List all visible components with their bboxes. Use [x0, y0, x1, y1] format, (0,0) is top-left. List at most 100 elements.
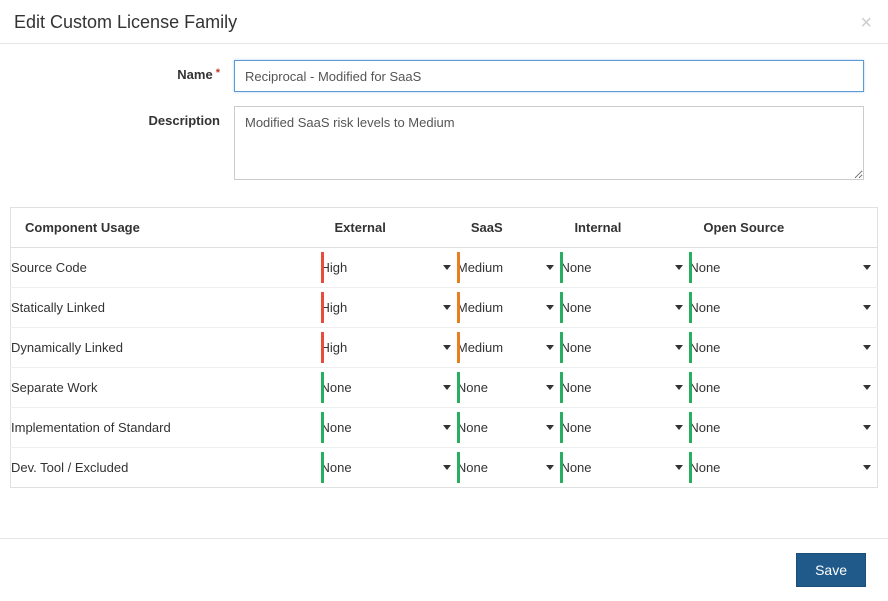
risk-select[interactable]: None	[560, 340, 689, 355]
risk-cell: Medium	[457, 288, 561, 328]
chevron-down-icon	[675, 385, 683, 390]
modal-footer: Save	[0, 538, 888, 601]
usage-cell: Implementation of Standard	[11, 408, 321, 448]
risk-color-bar	[321, 332, 324, 363]
risk-color-bar	[321, 412, 324, 443]
risk-select[interactable]: None	[689, 260, 877, 275]
save-button[interactable]: Save	[796, 553, 866, 587]
chevron-down-icon	[546, 385, 554, 390]
chevron-down-icon	[675, 305, 683, 310]
risk-select[interactable]: Medium	[457, 260, 561, 275]
risk-select[interactable]: None	[560, 300, 689, 315]
risk-value: Medium	[457, 300, 503, 315]
risk-cell: None	[689, 368, 877, 408]
risk-select[interactable]: None	[457, 380, 561, 395]
risk-select[interactable]: High	[321, 340, 457, 355]
risk-table: Component Usage External SaaS Internal O…	[10, 207, 878, 488]
risk-color-bar	[457, 292, 460, 323]
table-row: Implementation of StandardNoneNoneNoneNo…	[11, 408, 878, 448]
modal-header: Edit Custom License Family ×	[0, 0, 888, 44]
risk-value: High	[321, 300, 348, 315]
chevron-down-icon	[546, 305, 554, 310]
risk-cell: High	[321, 248, 457, 288]
risk-cell: High	[321, 328, 457, 368]
risk-cell: None	[321, 448, 457, 488]
table-header-row: Component Usage External SaaS Internal O…	[11, 208, 878, 248]
name-label: Name*	[24, 60, 234, 82]
chevron-down-icon	[863, 305, 871, 310]
description-label: Description	[24, 106, 234, 128]
risk-color-bar	[689, 412, 692, 443]
risk-cell: None	[560, 408, 689, 448]
chevron-down-icon	[863, 265, 871, 270]
usage-cell: Separate Work	[11, 368, 321, 408]
name-input[interactable]	[234, 60, 864, 92]
chevron-down-icon	[863, 385, 871, 390]
risk-value: None	[689, 260, 720, 275]
risk-color-bar	[689, 292, 692, 323]
risk-color-bar	[457, 412, 460, 443]
risk-select[interactable]: Medium	[457, 300, 561, 315]
close-icon[interactable]: ×	[860, 13, 872, 33]
risk-cell: None	[560, 448, 689, 488]
risk-color-bar	[560, 452, 563, 483]
form-area: Name* Description	[0, 44, 888, 207]
risk-select[interactable]: None	[560, 380, 689, 395]
chevron-down-icon	[443, 425, 451, 430]
risk-select[interactable]: None	[689, 460, 877, 475]
chevron-down-icon	[546, 345, 554, 350]
risk-value: High	[321, 340, 348, 355]
risk-cell: None	[321, 368, 457, 408]
risk-select[interactable]: High	[321, 260, 457, 275]
description-textarea[interactable]	[234, 106, 864, 180]
risk-color-bar	[560, 252, 563, 283]
risk-value: None	[560, 260, 591, 275]
risk-value: None	[560, 300, 591, 315]
risk-cell: None	[689, 408, 877, 448]
row-description: Description	[24, 106, 864, 183]
risk-value: Medium	[457, 340, 503, 355]
risk-select[interactable]: None	[560, 260, 689, 275]
chevron-down-icon	[863, 345, 871, 350]
risk-select[interactable]: None	[457, 420, 561, 435]
risk-value: High	[321, 260, 348, 275]
table-row: Separate WorkNoneNoneNoneNone	[11, 368, 878, 408]
risk-color-bar	[560, 292, 563, 323]
risk-cell: None	[689, 288, 877, 328]
risk-select[interactable]: None	[689, 380, 877, 395]
risk-cell: Medium	[457, 248, 561, 288]
chevron-down-icon	[546, 425, 554, 430]
edit-license-family-modal: Edit Custom License Family × Name* Descr…	[0, 0, 888, 601]
risk-value: None	[321, 380, 352, 395]
risk-cell: None	[560, 288, 689, 328]
risk-cell: None	[560, 248, 689, 288]
risk-value: None	[689, 340, 720, 355]
risk-value: None	[689, 460, 720, 475]
risk-select[interactable]: None	[321, 460, 457, 475]
chevron-down-icon	[863, 465, 871, 470]
risk-select[interactable]: None	[560, 420, 689, 435]
risk-select[interactable]: None	[321, 420, 457, 435]
chevron-down-icon	[546, 465, 554, 470]
risk-color-bar	[689, 332, 692, 363]
risk-value: None	[321, 420, 352, 435]
risk-value: None	[560, 460, 591, 475]
risk-value: None	[457, 460, 488, 475]
risk-select[interactable]: Medium	[457, 340, 561, 355]
chevron-down-icon	[443, 385, 451, 390]
modal-title: Edit Custom License Family	[14, 12, 237, 33]
risk-color-bar	[457, 452, 460, 483]
risk-select[interactable]: None	[689, 340, 877, 355]
risk-select[interactable]: None	[321, 380, 457, 395]
risk-select[interactable]: None	[689, 300, 877, 315]
risk-cell: Medium	[457, 328, 561, 368]
risk-cell: None	[457, 408, 561, 448]
risk-color-bar	[560, 332, 563, 363]
usage-cell: Dev. Tool / Excluded	[11, 448, 321, 488]
risk-select[interactable]: None	[689, 420, 877, 435]
risk-select[interactable]: None	[560, 460, 689, 475]
risk-cell: High	[321, 288, 457, 328]
risk-select[interactable]: None	[457, 460, 561, 475]
risk-select[interactable]: High	[321, 300, 457, 315]
name-label-text: Name	[177, 67, 212, 82]
